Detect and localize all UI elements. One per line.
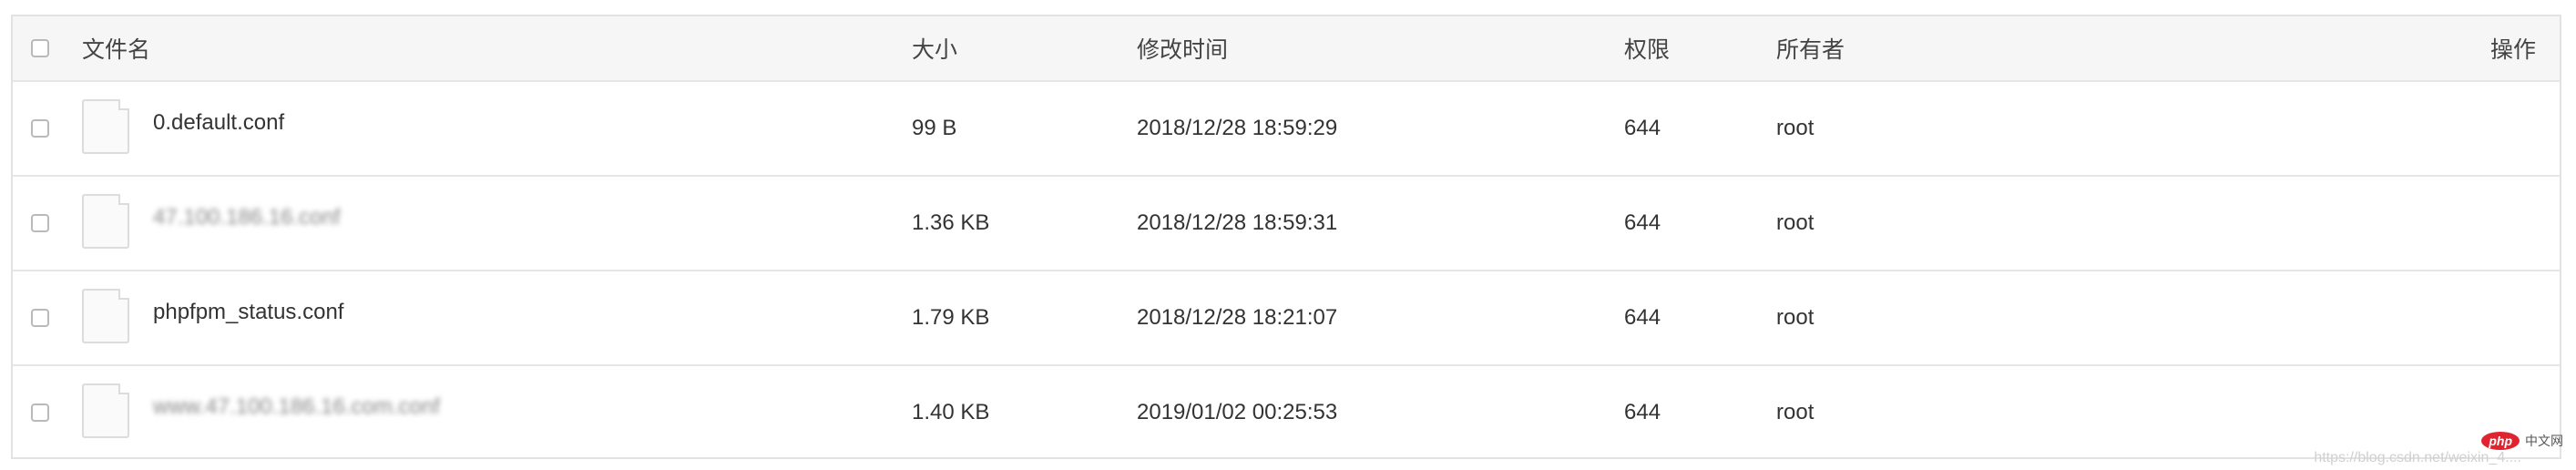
file-modified: 2018/12/28 18:21:07	[1137, 305, 1338, 330]
file-permission[interactable]: 644	[1624, 271, 1661, 364]
row-checkbox[interactable]	[31, 119, 49, 138]
file-icon	[82, 383, 129, 438]
row-check-cell	[31, 271, 49, 364]
row-check-cell	[31, 366, 49, 459]
file-permission[interactable]: 644	[1624, 366, 1661, 459]
header-permission: 权限	[1624, 37, 1671, 63]
file-name[interactable]: 0.default.conf	[153, 110, 284, 136]
watermark-url: https://blog.csdn.net/weixin_4....	[2314, 450, 2521, 465]
file-size: 1.40 KB	[912, 400, 990, 424]
header-name[interactable]: 文件名	[82, 16, 150, 80]
header-size[interactable]: 大小	[912, 16, 957, 80]
row-check-cell	[31, 177, 49, 270]
brand-text: 中文网	[2525, 434, 2563, 448]
file-size: 1.79 KB	[912, 305, 990, 330]
table-row[interactable]: phpfpm_status.conf 1.79 KB 2018/12/28 18…	[13, 271, 2560, 366]
php-logo-icon: php	[2481, 432, 2520, 450]
file-icon	[82, 194, 129, 249]
file-size: 99 B	[912, 116, 957, 140]
file-owner: root	[1776, 305, 1814, 330]
row-checkbox[interactable]	[31, 214, 49, 232]
file-owner: root	[1776, 210, 1814, 235]
file-modified: 2018/12/28 18:59:29	[1137, 116, 1338, 140]
table-row[interactable]: 0.default.conf 99 B 2018/12/28 18:59:29 …	[13, 82, 2560, 177]
file-name[interactable]: www.47.100.186.16.com.conf	[153, 394, 440, 420]
table-row[interactable]: 47.100.186.16.conf 1.36 KB 2018/12/28 18…	[13, 177, 2560, 271]
file-name-cell[interactable]: phpfpm_status.conf	[82, 271, 343, 364]
file-permission[interactable]: 644	[1624, 177, 1661, 270]
file-owner: root	[1776, 116, 1814, 140]
file-table: 文件名 大小 修改时间 权限 所有者 操作 0.default.conf 99 …	[11, 15, 2561, 459]
select-all-cell	[31, 16, 49, 80]
table-row[interactable]: www.47.100.186.16.com.conf 1.40 KB 2019/…	[13, 366, 2560, 459]
select-all-checkbox[interactable]	[31, 39, 49, 57]
row-checkbox[interactable]	[31, 404, 49, 422]
brand-watermark: php 中文网	[2481, 432, 2563, 450]
file-owner: root	[1776, 400, 1814, 424]
file-modified: 2019/01/02 00:25:53	[1137, 400, 1338, 424]
file-name-cell[interactable]: www.47.100.186.16.com.conf	[82, 366, 440, 459]
row-checkbox[interactable]	[31, 309, 49, 327]
file-size: 1.36 KB	[912, 210, 990, 235]
table-header: 文件名 大小 修改时间 权限 所有者 操作	[13, 16, 2560, 82]
file-name[interactable]: phpfpm_status.conf	[153, 300, 343, 325]
file-icon	[82, 289, 129, 343]
file-name[interactable]: 47.100.186.16.conf	[153, 205, 341, 230]
header-modified[interactable]: 修改时间	[1137, 16, 1228, 80]
row-check-cell	[31, 82, 49, 175]
file-name-cell[interactable]: 0.default.conf	[82, 82, 284, 175]
file-name-cell[interactable]: 47.100.186.16.conf	[82, 177, 341, 270]
file-permission[interactable]: 644	[1624, 82, 1661, 175]
file-modified: 2018/12/28 18:59:31	[1137, 210, 1338, 235]
header-actions: 操作	[2489, 37, 2536, 63]
file-icon	[82, 99, 129, 154]
header-owner: 所有者	[1776, 37, 1845, 63]
